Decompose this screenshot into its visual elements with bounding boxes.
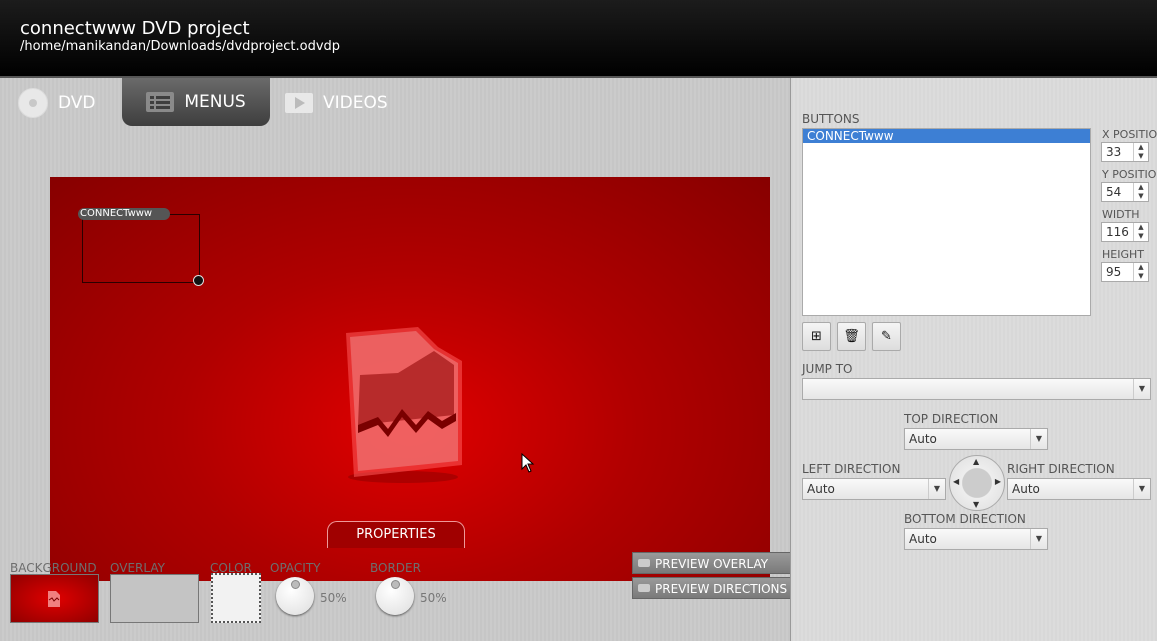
- height-value: 95: [1106, 265, 1122, 279]
- right-direction-label: RIGHT DIRECTION: [1007, 462, 1115, 476]
- height-spinner[interactable]: 95 ▲ ▼: [1101, 262, 1149, 282]
- background-label: BACKGROUND: [10, 561, 97, 575]
- spinner-arrows-icon[interactable]: ▲ ▼: [1133, 183, 1148, 201]
- tab-dvd-label: DVD: [58, 93, 96, 113]
- spinner-arrows-icon[interactable]: ▲ ▼: [1133, 263, 1148, 281]
- width-value: 116: [1106, 225, 1129, 239]
- menu-list-icon: [146, 92, 175, 112]
- direction-pad[interactable]: ▲ ▼ ◀ ▶: [949, 455, 1005, 511]
- pencil-icon: ✎: [881, 329, 892, 344]
- arrow-left-icon: ◀: [953, 477, 960, 486]
- height-label: HEIGHT: [1102, 248, 1144, 261]
- tab-videos[interactable]: VIDEOS: [285, 86, 388, 120]
- menu-button-bounds[interactable]: [82, 214, 200, 283]
- list-item[interactable]: CONNECTwww: [803, 129, 1090, 143]
- delete-button[interactable]: 🗑: [837, 322, 866, 351]
- jump-to-label: JUMP TO: [802, 362, 853, 376]
- project-title: connectwww DVD project: [20, 18, 250, 39]
- y-position-label: Y POSITIO: [1102, 168, 1157, 181]
- preview-overlay-button[interactable]: PREVIEW OVERLAY: [632, 552, 792, 574]
- y-position-spinner[interactable]: 54 ▲ ▼: [1101, 182, 1149, 202]
- sidebar: BUTTONS CONNECTwww X POSITIO 33 ▲ ▼ Y POSI…: [790, 78, 1157, 641]
- left-direction-label: LEFT DIRECTION: [802, 462, 901, 476]
- title-bar: connectwww DVD project /home/manikandan/…: [0, 0, 1157, 78]
- chevron-down-icon: ▼: [928, 479, 945, 499]
- tab-dvd[interactable]: DVD: [18, 86, 96, 120]
- chevron-down-icon: ▼: [1133, 379, 1150, 399]
- disc-icon: [18, 88, 48, 118]
- bottom-direction-label: BOTTOM DIRECTION: [904, 512, 1026, 526]
- width-spinner[interactable]: 116 ▲ ▼: [1101, 222, 1149, 242]
- top-direction-select[interactable]: Auto ▼: [904, 428, 1048, 450]
- y-position-value: 54: [1106, 185, 1122, 199]
- chevron-down-icon: ▼: [1030, 429, 1047, 449]
- arrow-right-icon: ▶: [994, 477, 1001, 486]
- tab-menus-label: MENUS: [184, 92, 246, 112]
- x-position-label: X POSITIO: [1102, 128, 1157, 141]
- border-knob[interactable]: [376, 577, 414, 615]
- width-label: WIDTH: [1102, 208, 1140, 221]
- opacity-value: 50%: [320, 591, 347, 605]
- tab-menus[interactable]: MENUS: [122, 78, 270, 126]
- preview-directions-button[interactable]: PREVIEW DIRECTIONS: [632, 577, 792, 599]
- mouse-cursor-icon: [521, 453, 535, 473]
- trash-icon: 🗑: [843, 329, 860, 344]
- spinner-arrows-icon[interactable]: ▲ ▼: [1133, 143, 1148, 161]
- opacity-label: OPACITY: [270, 561, 321, 575]
- edit-button[interactable]: ✎: [872, 322, 901, 351]
- border-label: BORDER: [370, 561, 421, 575]
- chevron-down-icon: ▼: [1133, 479, 1150, 499]
- overlay-thumbnail[interactable]: [110, 574, 199, 623]
- add-icon: ⊞: [811, 329, 822, 344]
- tab-bar: DVD MENUS VIDEOS: [0, 78, 790, 128]
- tab-videos-label: VIDEOS: [323, 93, 388, 113]
- project-path: /home/manikandan/Downloads/dvdproject.od…: [20, 39, 341, 54]
- bottom-direction-value: Auto: [909, 532, 937, 546]
- arrow-up-icon: ▲: [973, 457, 980, 466]
- color-swatch[interactable]: [211, 573, 261, 623]
- broken-file-icon: [48, 591, 60, 607]
- jump-to-select[interactable]: ▼: [802, 378, 1151, 400]
- x-position-spinner[interactable]: 33 ▲ ▼: [1101, 142, 1149, 162]
- buttons-list[interactable]: CONNECTwww: [802, 128, 1091, 316]
- left-direction-value: Auto: [807, 482, 835, 496]
- broken-file-icon: [346, 327, 462, 483]
- spinner-arrows-icon[interactable]: ▲ ▼: [1133, 223, 1148, 241]
- right-direction-select[interactable]: Auto ▼: [1007, 478, 1151, 500]
- right-direction-value: Auto: [1012, 482, 1040, 496]
- background-thumbnail[interactable]: [10, 574, 99, 623]
- top-direction-value: Auto: [909, 432, 937, 446]
- resize-handle[interactable]: [193, 275, 204, 286]
- menu-button-label[interactable]: CONNECTwww: [78, 208, 170, 220]
- video-play-icon: [285, 93, 313, 113]
- top-direction-label: TOP DIRECTION: [904, 412, 999, 426]
- add-button[interactable]: ⊞: [802, 322, 831, 351]
- buttons-label: BUTTONS: [802, 112, 860, 126]
- x-position-value: 33: [1106, 145, 1122, 159]
- bottom-direction-select[interactable]: Auto ▼: [904, 528, 1048, 550]
- overlay-label: OVERLAY: [110, 561, 165, 575]
- chevron-down-icon: ▼: [1030, 529, 1047, 549]
- opacity-knob[interactable]: [276, 577, 314, 615]
- border-value: 50%: [420, 591, 447, 605]
- left-direction-select[interactable]: Auto ▼: [802, 478, 946, 500]
- main-panel: DVD MENUS VIDEOS CONNECTwww PROPERTIES B…: [0, 78, 792, 641]
- arrow-down-icon: ▼: [973, 500, 980, 509]
